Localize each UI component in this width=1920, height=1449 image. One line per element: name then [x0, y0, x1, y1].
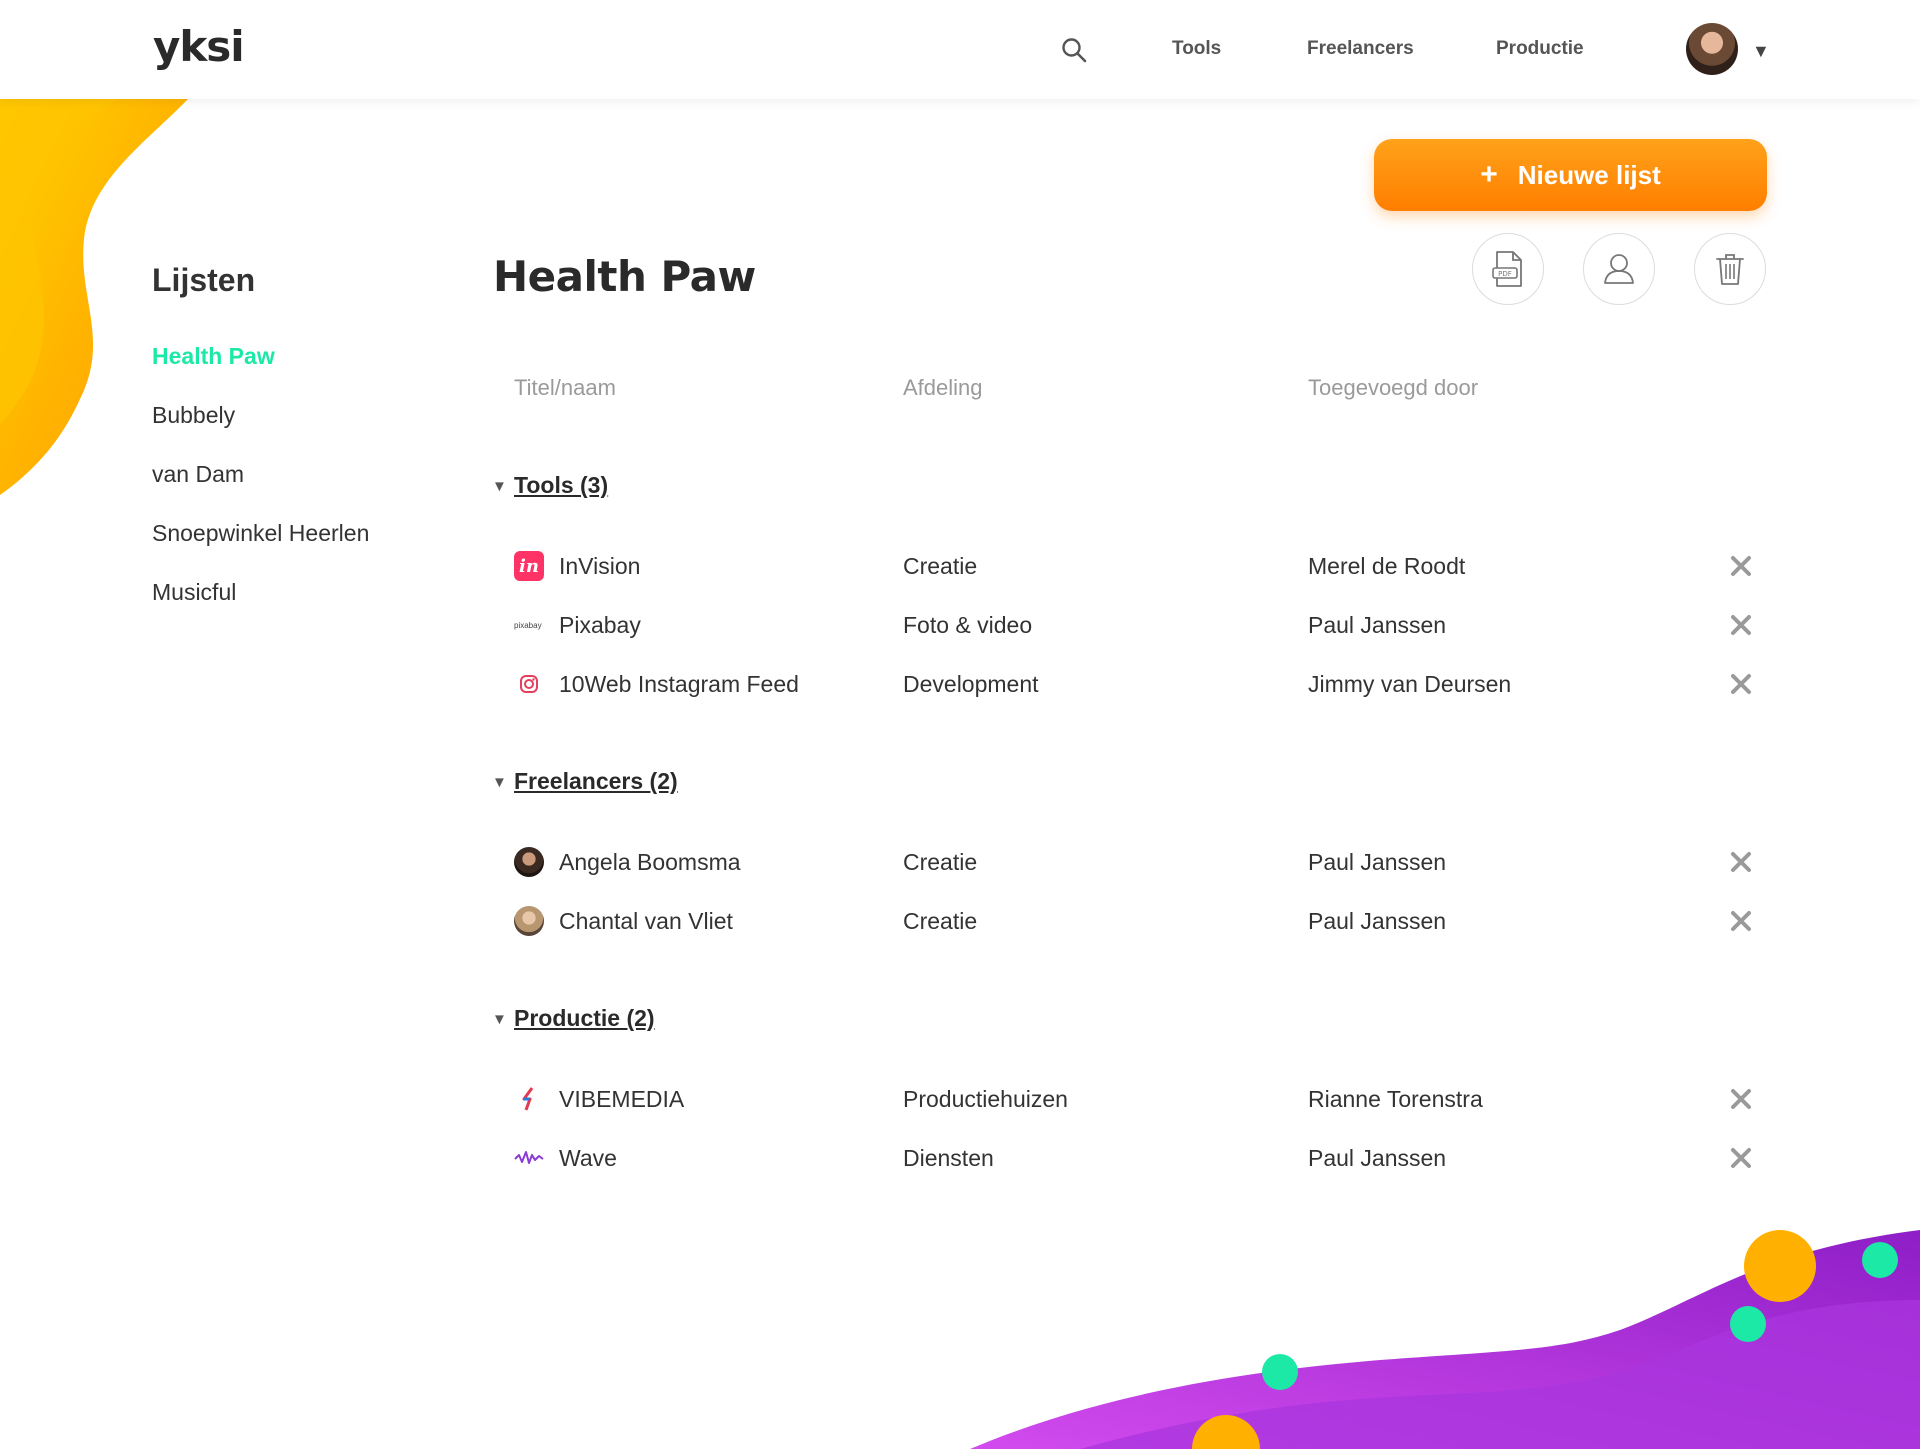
- table-row: VIBEMEDIA Productiehuizen Rianne Torenst…: [0, 1078, 1920, 1118]
- caret-down-icon: ▼: [1752, 41, 1770, 61]
- orange-blob-decoration: [0, 99, 188, 495]
- remove-icon[interactable]: [1728, 908, 1754, 934]
- avatar: [514, 906, 544, 936]
- new-list-label: Nieuwe lijst: [1517, 159, 1661, 190]
- wave-icon: [514, 1151, 544, 1164]
- pdf-icon: PDF: [1492, 251, 1522, 287]
- table-row: 10Web Instagram Feed Development Jimmy v…: [0, 663, 1920, 703]
- collapse-freelancers-icon[interactable]: ▼: [492, 774, 507, 791]
- page-title: Health Paw: [493, 252, 756, 301]
- group-tools[interactable]: Tools (3): [514, 472, 608, 499]
- user-menu[interactable]: ▼: [1686, 23, 1770, 77]
- remove-icon[interactable]: [1728, 1086, 1754, 1112]
- search-icon[interactable]: [1060, 36, 1088, 64]
- table-row: Wave Diensten Paul Janssen: [0, 1137, 1920, 1177]
- item-name[interactable]: VIBEMEDIA: [559, 1086, 684, 1113]
- item-added-by: Paul Janssen: [1308, 908, 1447, 934]
- column-header-title[interactable]: Titel/naam: [514, 375, 616, 401]
- item-department: Productiehuizen: [903, 1086, 1068, 1112]
- item-name[interactable]: Chantal van Vliet: [559, 908, 733, 935]
- svg-text:PDF: PDF: [1498, 270, 1512, 278]
- instagram-icon: [520, 675, 538, 693]
- item-added-by: Paul Janssen: [1308, 849, 1447, 875]
- item-added-by: Rianne Torenstra: [1308, 1086, 1483, 1112]
- nav-productie[interactable]: Productie: [1496, 38, 1584, 60]
- new-list-button[interactable]: + Nieuwe lijst: [1374, 139, 1767, 211]
- nav-tools[interactable]: Tools: [1172, 38, 1221, 60]
- user-icon: [1604, 254, 1634, 284]
- group-productie[interactable]: Productie (2): [514, 1005, 655, 1032]
- collapse-productie-icon[interactable]: ▼: [492, 1011, 507, 1028]
- avatar: [1686, 23, 1738, 75]
- item-department: Diensten: [903, 1145, 994, 1171]
- item-department: Creatie: [903, 849, 978, 875]
- item-added-by: Jimmy van Deursen: [1308, 671, 1512, 697]
- item-department: Foto & video: [903, 612, 1033, 638]
- invision-icon: in: [514, 551, 544, 581]
- sidebar-item-snoepwinkel-heerlen[interactable]: Snoepwinkel Heerlen: [152, 520, 369, 547]
- column-header-department[interactable]: Afdeling: [903, 375, 983, 401]
- remove-icon[interactable]: [1728, 553, 1754, 579]
- item-name[interactable]: Angela Boomsma: [559, 849, 741, 876]
- column-header-added-by[interactable]: Toegevoegd door: [1308, 375, 1478, 401]
- table-row: pixabay Pixabay Foto & video Paul Jansse…: [0, 604, 1920, 644]
- remove-icon[interactable]: [1728, 612, 1754, 638]
- item-name[interactable]: Wave: [559, 1145, 617, 1172]
- vibemedia-icon: [522, 1087, 534, 1111]
- item-department: Creatie: [903, 908, 978, 934]
- delete-list-button[interactable]: [1694, 233, 1766, 305]
- share-user-button[interactable]: [1583, 233, 1655, 305]
- table-row: in InVision Creatie Merel de Roodt: [0, 545, 1920, 585]
- logo[interactable]: yksi: [153, 22, 245, 71]
- top-header: yksi Tools Freelancers Productie ▼: [0, 0, 1920, 99]
- pixabay-icon: pixabay: [514, 620, 542, 630]
- item-added-by: Merel de Roodt: [1308, 553, 1466, 579]
- item-department: Creatie: [903, 553, 978, 579]
- purple-wave-decoration: [970, 1230, 1920, 1449]
- item-department: Development: [903, 671, 1039, 697]
- remove-icon[interactable]: [1728, 849, 1754, 875]
- remove-icon[interactable]: [1728, 1145, 1754, 1171]
- remove-icon[interactable]: [1728, 671, 1754, 697]
- group-freelancers[interactable]: Freelancers (2): [514, 768, 678, 795]
- item-name[interactable]: Pixabay: [559, 612, 641, 639]
- item-name[interactable]: InVision: [559, 553, 640, 580]
- nav-freelancers[interactable]: Freelancers: [1307, 38, 1414, 60]
- avatar: [514, 847, 544, 877]
- plus-icon: +: [1480, 158, 1498, 191]
- export-pdf-button[interactable]: PDF: [1472, 233, 1544, 305]
- collapse-tools-icon[interactable]: ▼: [492, 478, 507, 495]
- item-name[interactable]: 10Web Instagram Feed: [559, 671, 799, 698]
- table-row: Angela Boomsma Creatie Paul Janssen: [0, 841, 1920, 881]
- item-added-by: Paul Janssen: [1308, 1145, 1447, 1171]
- trash-icon: [1716, 254, 1744, 285]
- table-row: Chantal van Vliet Creatie Paul Janssen: [0, 900, 1920, 940]
- item-added-by: Paul Janssen: [1308, 612, 1447, 638]
